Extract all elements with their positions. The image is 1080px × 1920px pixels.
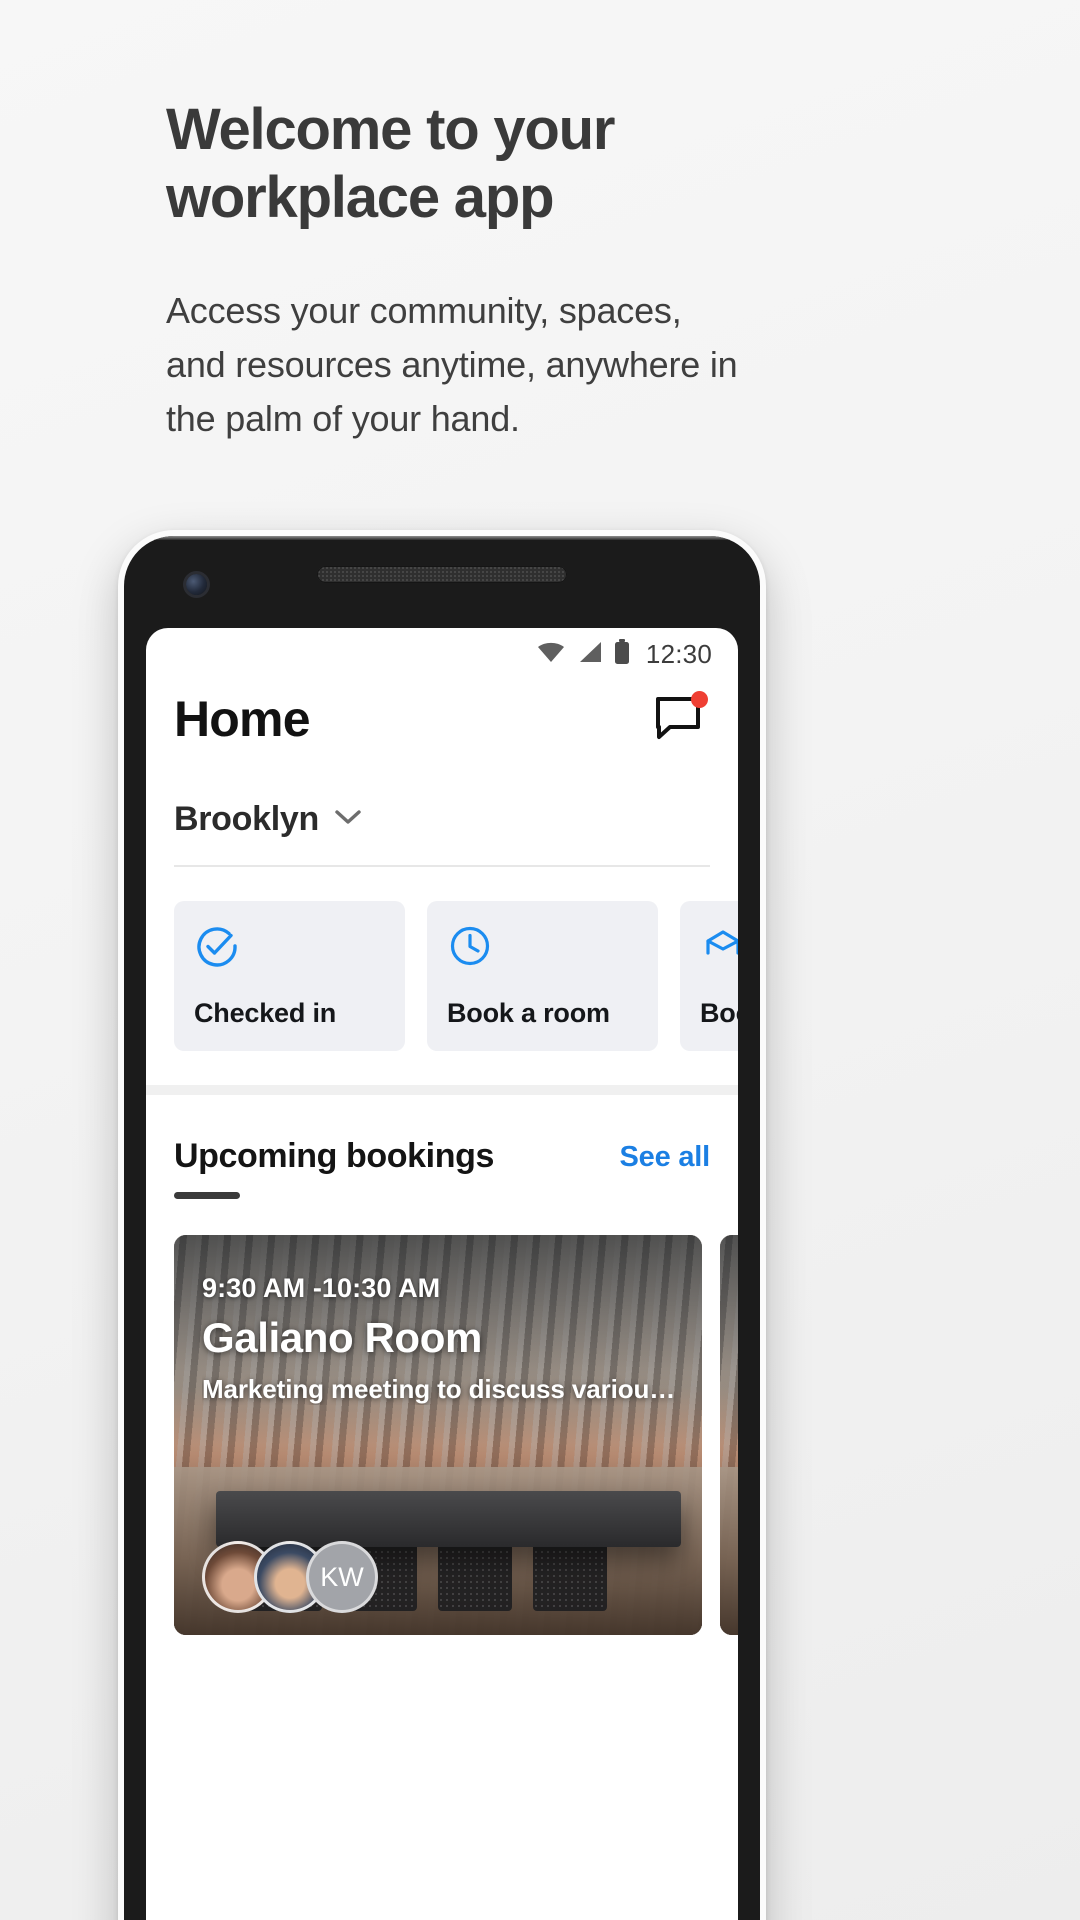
location-label: Brooklyn — [174, 800, 319, 838]
see-all-link[interactable]: See all — [620, 1137, 711, 1174]
messages-button[interactable] — [652, 691, 708, 747]
app-store-listing-screenshot: Welcome to your workplace app Access you… — [0, 0, 1080, 1920]
quick-action-label: Book a room — [447, 998, 610, 1028]
booking-card[interactable] — [720, 1235, 738, 1635]
promo-block: Welcome to your workplace app Access you… — [166, 96, 846, 446]
check-circle-icon — [194, 923, 385, 974]
quick-action-book-a-room[interactable]: Book a room — [427, 901, 658, 1051]
wifi-icon — [536, 640, 566, 669]
section-underline-accent — [174, 1192, 240, 1199]
section-title-wrap: Upcoming bookings — [174, 1137, 494, 1199]
phone-mockup: 12:30 Home Brooklyn Checked in Book a ro… — [118, 530, 766, 1920]
attendee-avatars[interactable]: KW — [202, 1541, 378, 1613]
phone-top-highlight — [124, 536, 760, 540]
avatar-initials[interactable]: KW — [306, 1541, 378, 1613]
status-bar: 12:30 — [146, 628, 738, 674]
desk-icon — [700, 923, 738, 974]
quick-actions-carousel[interactable]: Checked in Book a room Bo — [146, 867, 738, 1085]
chevron-down-icon — [333, 807, 363, 832]
room-photo-floor — [720, 1467, 738, 1635]
booking-description: Marketing meeting to discuss various... — [202, 1374, 682, 1404]
section-separator — [146, 1085, 738, 1095]
cellular-signal-icon — [577, 640, 603, 669]
bookings-carousel[interactable]: 9:30 AM -10:30 AM Galiano Room Marketing… — [146, 1199, 738, 1635]
screen-title: Home — [174, 691, 311, 747]
quick-action-book-a-desk[interactable]: Book a desk — [680, 901, 738, 1051]
upcoming-bookings-header: Upcoming bookings See all — [146, 1095, 738, 1199]
location-selector[interactable]: Brooklyn — [146, 748, 738, 839]
chat-bubble-icon — [652, 697, 704, 747]
app-bar: Home — [146, 674, 738, 748]
quick-action-label: Book a desk — [700, 998, 738, 1028]
booking-details: 9:30 AM -10:30 AM Galiano Room Marketing… — [202, 1273, 682, 1405]
section-title: Upcoming bookings — [174, 1137, 494, 1175]
booking-room-name: Galiano Room — [202, 1314, 482, 1361]
quick-action-checked-in[interactable]: Checked in — [174, 901, 405, 1051]
phone-bezel: 12:30 Home Brooklyn Checked in Book a ro… — [124, 536, 760, 1920]
unread-badge — [691, 691, 708, 708]
quick-action-label: Checked in — [194, 998, 337, 1028]
page-title: Welcome to your workplace app — [166, 97, 615, 230]
phone-screen: 12:30 Home Brooklyn Checked in Book a ro… — [146, 628, 738, 1920]
booking-time: 9:30 AM -10:30 AM — [202, 1273, 441, 1303]
clock-icon — [447, 923, 638, 974]
battery-icon — [614, 638, 630, 670]
booking-card[interactable]: 9:30 AM -10:30 AM Galiano Room Marketing… — [174, 1235, 702, 1635]
room-photo-table — [216, 1491, 681, 1547]
front-camera — [186, 574, 207, 595]
promo-subtitle: Access your community, spaces, and resou… — [166, 289, 738, 439]
earpiece-speaker — [317, 566, 567, 583]
status-bar-clock: 12:30 — [645, 638, 712, 669]
